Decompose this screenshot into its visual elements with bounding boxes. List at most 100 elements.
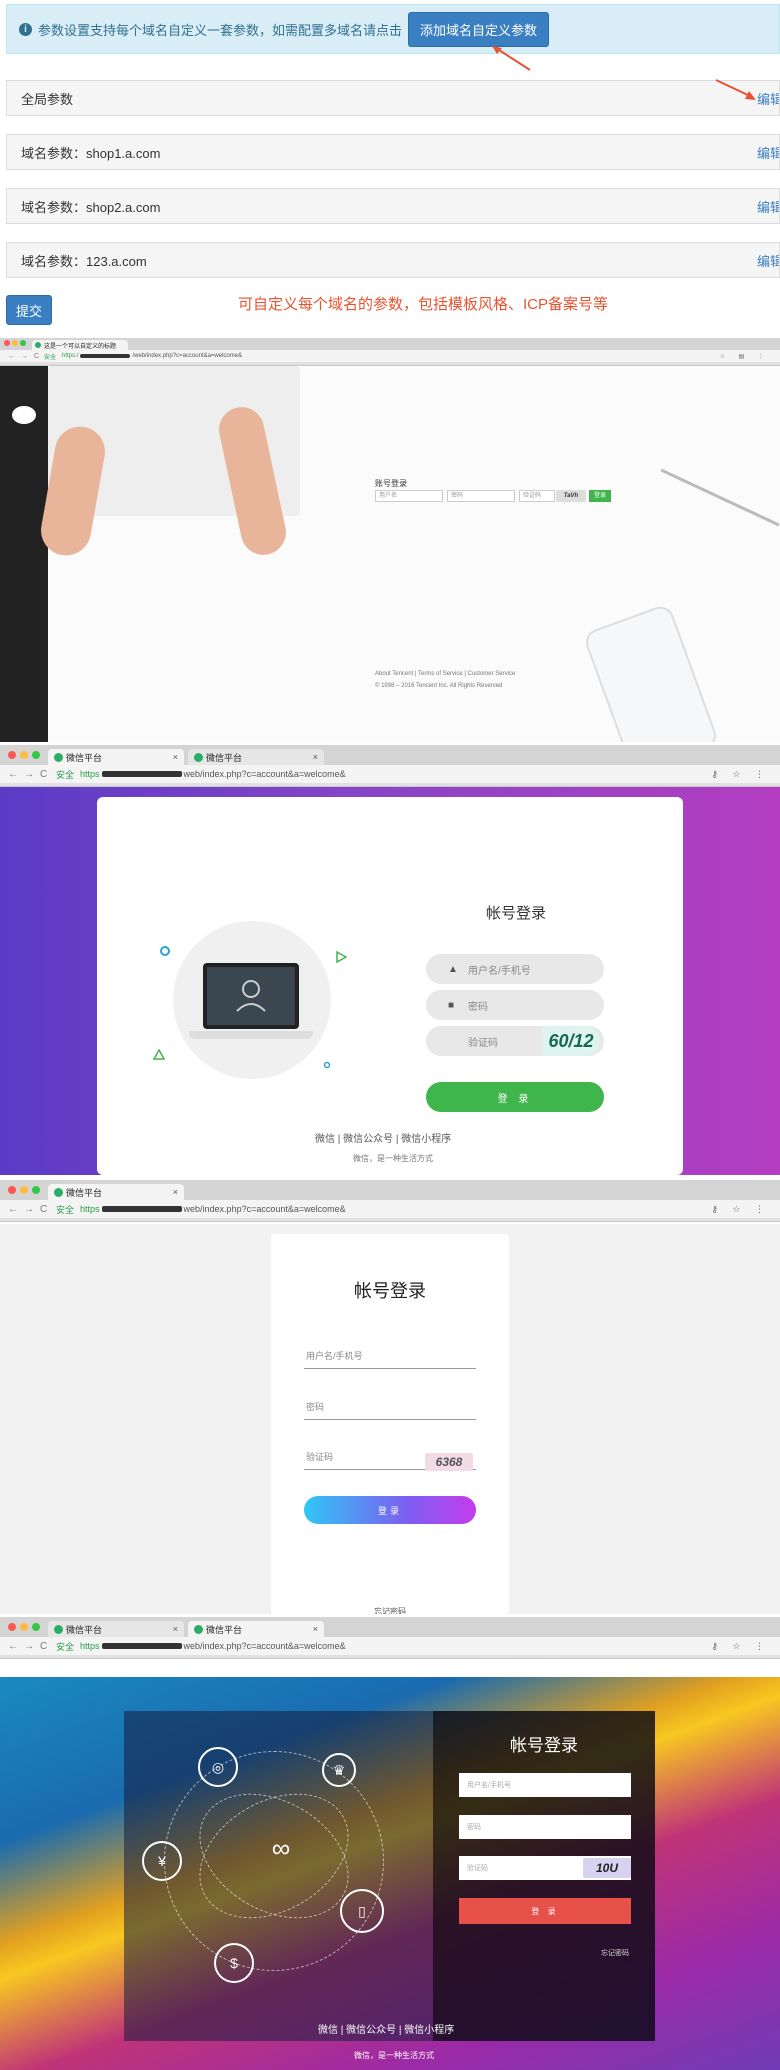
tab-wechat[interactable]: 微信平台 × (48, 1184, 184, 1200)
user-icon (236, 980, 266, 1012)
info-alert: i 参数设置支持每个域名自定义一套参数，如需配置多域名请点击 添加域名自定义参数 (6, 4, 780, 54)
redacted-domain (101, 1643, 182, 1649)
captcha-image[interactable]: TaVh (556, 490, 586, 502)
password-field[interactable]: 密码 (459, 1815, 631, 1839)
username-field[interactable]: 用户名/手机号 (304, 1343, 476, 1369)
toolbar-icons[interactable]: ⚷ ☆ ⋮ (711, 1204, 770, 1215)
submit-button[interactable]: 提交 (6, 295, 52, 325)
browser-chrome-1: 这是一个可以自定义的标题 ←→C 安全 https:/ /web/index.p… (0, 338, 780, 366)
close-dot[interactable] (8, 1623, 16, 1631)
nav-buttons-icon[interactable]: ←→C (8, 1641, 56, 1652)
maximize-dot[interactable] (32, 1623, 40, 1631)
pencil-image (660, 468, 780, 527)
close-icon[interactable]: × (313, 752, 318, 762)
side-strip (0, 366, 48, 742)
secure-label: 安全 (56, 1204, 75, 1215)
tab-label: 微信平台 (206, 1624, 243, 1635)
url-scheme: https (80, 1641, 100, 1651)
minimize-dot[interactable] (12, 340, 18, 346)
tab-wechat-2[interactable]: 微信平台 × (188, 749, 324, 765)
tab-label: 这是一个可以自定义的标题 (44, 343, 117, 350)
tab-wechat-1[interactable]: 微信平台 × (48, 749, 184, 765)
footer-links[interactable]: 微信 | 微信公众号 | 微信小程序 (315, 1130, 451, 1145)
footer-links[interactable]: About Tencent | Terms of Service | Custo… (375, 671, 515, 677)
login-button[interactable]: 登 录 (426, 1082, 604, 1112)
wechat-favicon (54, 752, 63, 762)
password-field[interactable]: 密码 (304, 1394, 476, 1420)
address-bar[interactable]: ←→C 安全 https web/index.php?c=account&a=w… (0, 1637, 780, 1655)
close-icon[interactable]: × (173, 1624, 178, 1634)
maximize-dot[interactable] (20, 340, 26, 346)
tab-custom-title[interactable]: 这是一个可以自定义的标题 (32, 340, 128, 350)
login-title: 帐号登录 (486, 905, 547, 922)
close-icon[interactable]: × (313, 1624, 318, 1634)
password-field[interactable]: ■ 密码 (426, 990, 604, 1020)
circle-deco-icon (160, 946, 170, 956)
wechat-favicon (54, 1624, 63, 1634)
triangle-deco-icon (336, 951, 347, 963)
browser-chrome-3: 微信平台 × ←→C 安全 https web/index.php?c=acco… (0, 1180, 780, 1222)
username-field[interactable]: 用户名 (375, 490, 443, 502)
param-row-global: 全局参数 编辑 (6, 80, 780, 116)
username-field[interactable]: 用户名/手机号 (459, 1773, 631, 1797)
close-dot[interactable] (4, 340, 10, 346)
login-button[interactable]: 登 录 (459, 1898, 631, 1924)
minimize-dot[interactable] (20, 1186, 28, 1194)
tab-label: 微信平台 (66, 752, 103, 763)
url-scheme: https:/ (62, 353, 79, 359)
tab-wechat-2[interactable]: 微信平台 × (188, 1621, 324, 1637)
nav-buttons-icon[interactable]: ←→C (8, 1204, 56, 1215)
maximize-dot[interactable] (32, 751, 40, 759)
edit-link[interactable]: 编辑 (757, 143, 779, 162)
login-button[interactable]: 登录 (304, 1496, 476, 1524)
tab-wechat-1[interactable]: 微信平台 × (48, 1621, 184, 1637)
username-placeholder: 用户名/手机号 (468, 965, 531, 977)
address-bar[interactable]: ←→C 安全 https web/index.php?c=account&a=w… (0, 1200, 780, 1218)
captcha-field[interactable]: 验证码 (519, 490, 555, 502)
close-dot[interactable] (8, 751, 16, 759)
triangle-deco-icon (153, 1049, 165, 1060)
login-card: 帐号登录 用户名/手机号 密码 验证码 6368 登录 忘记密码 (271, 1234, 509, 1614)
composite-screenshot: i 参数设置支持每个域名自定义一套参数，如需配置多域名请点击 添加域名自定义参数… (0, 0, 780, 2070)
phone-check-icon: ▯ (340, 1889, 384, 1933)
toolbar-icons[interactable]: ☆ ▤ ⋮ (720, 353, 770, 360)
nav-buttons-icon[interactable]: ←→C (8, 353, 44, 360)
cropped-urlbar-strip (0, 1673, 780, 1677)
toolbar-icons[interactable]: ⚷ ☆ ⋮ (711, 1641, 770, 1652)
login-page-gray: 帐号登录 用户名/手机号 密码 验证码 6368 登录 忘记密码 (0, 1224, 780, 1614)
captcha-image[interactable]: 10U (583, 1858, 631, 1878)
login-page-white: 账号登录 用户名 密码 验证码 TaVh 登录 About Tencent | … (0, 366, 780, 742)
secure-label: 安全 (56, 1641, 75, 1652)
url-path: /web/index.php?c=account&a=welcome& (132, 353, 243, 359)
forgot-password-link[interactable]: 忘记密码 (601, 1948, 629, 1958)
login-button[interactable]: 登录 (589, 490, 611, 502)
close-dot[interactable] (8, 1186, 16, 1194)
wechat-favicon (194, 752, 203, 762)
address-bar[interactable]: ←→C 安全 https web/index.php?c=account&a=w… (0, 765, 780, 783)
login-title: 账号登录 (375, 479, 407, 488)
coins-icon: ◎ (198, 1747, 238, 1787)
nav-buttons-icon[interactable]: ←→C (8, 769, 56, 780)
param-row-label: 域名参数：shop2.a.com (21, 199, 161, 215)
password-field[interactable]: 密码 (447, 490, 515, 502)
footer-links[interactable]: 微信 | 微信公众号 | 微信小程序 (318, 2021, 454, 2036)
phone-image (582, 602, 720, 742)
maximize-dot[interactable] (32, 1186, 40, 1194)
close-icon[interactable]: × (173, 1187, 178, 1197)
username-field[interactable]: ▲ 用户名/手机号 (426, 954, 604, 984)
forgot-password-link[interactable]: 忘记密码 (271, 1606, 509, 1614)
minimize-dot[interactable] (20, 751, 28, 759)
param-row-shop2: 域名参数：shop2.a.com 编辑 (6, 188, 780, 224)
add-domain-params-button[interactable]: 添加域名自定义参数 (408, 11, 550, 47)
address-bar[interactable]: ←→C 安全 https:/ /web/index.php?c=account&… (0, 350, 780, 362)
captcha-image[interactable]: 60/12 (542, 1026, 600, 1056)
edit-link[interactable]: 编辑 (757, 251, 779, 270)
toolbar-icons[interactable]: ⚷ ☆ ⋮ (711, 769, 770, 780)
edit-link[interactable]: 编辑 (757, 197, 779, 216)
captcha-image[interactable]: 6368 (425, 1453, 473, 1471)
password-placeholder: 密码 (468, 1001, 488, 1013)
wechat-favicon (194, 1624, 203, 1634)
minimize-dot[interactable] (20, 1623, 28, 1631)
close-icon[interactable]: × (173, 752, 178, 762)
edit-link[interactable]: 编辑 (757, 89, 779, 108)
